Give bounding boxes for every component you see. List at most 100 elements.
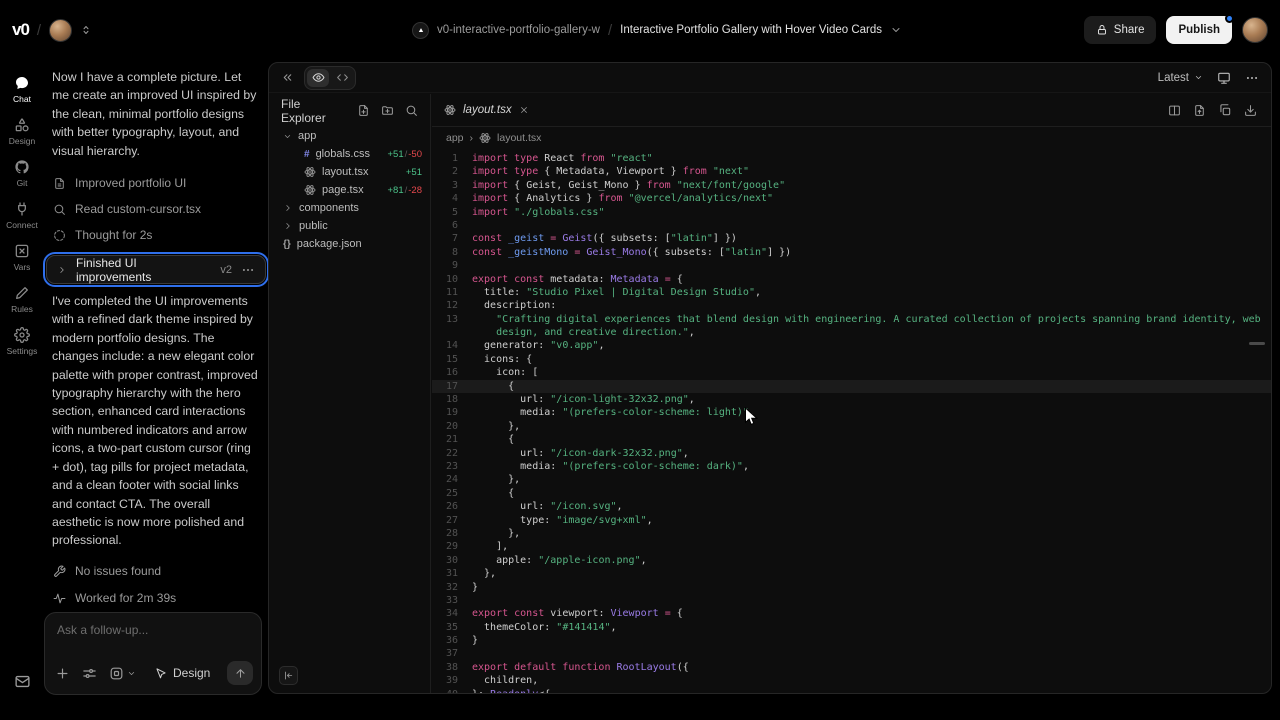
tree-item-package-json[interactable]: {}package.json (269, 235, 430, 253)
tree-item-app[interactable]: app (269, 127, 430, 145)
code-line-content: import type React from "react" (472, 152, 653, 165)
code-line-content: } (472, 634, 478, 647)
code-editor[interactable]: 1import type React from "react"2import t… (432, 148, 1271, 693)
version-card[interactable]: Finished UI improvements v2 (46, 255, 266, 284)
export-file-icon[interactable] (1193, 104, 1206, 117)
code-line: 18 url: "/icon-light-32x32.png", (432, 393, 1271, 406)
send-button[interactable] (227, 661, 253, 685)
sidebar-item-design[interactable]: Design (0, 110, 44, 152)
tab-layout-tsx[interactable]: layout.tsx (444, 94, 543, 126)
scrollbar-thumb[interactable] (1249, 342, 1265, 345)
line-number: 3 (432, 179, 472, 192)
breadcrumb-file[interactable]: layout.tsx (497, 132, 541, 144)
preview-toggle-button[interactable] (307, 69, 329, 87)
code-line-content: media: "(prefers-color-scheme: dark)", (472, 460, 749, 473)
version-select[interactable]: Latest (1158, 72, 1203, 84)
mode-select[interactable]: Design (154, 666, 210, 680)
tree-item-page-tsx[interactable]: page.tsx+81/-28 (269, 181, 430, 199)
tree-item-globals-css[interactable]: #globals.css+51/-50 (269, 145, 430, 163)
rail-items: ChatDesignGit Connect Vars Rules Settings (0, 68, 44, 362)
settings-sliders-icon[interactable] (82, 666, 97, 681)
copy-file-icon[interactable] (1218, 103, 1232, 117)
vercel-project-badge[interactable] (412, 22, 429, 39)
tool-call-row[interactable]: Improved portfolio UI (44, 170, 268, 196)
new-file-icon[interactable] (357, 104, 370, 117)
workspace-switcher-icon[interactable] (80, 24, 92, 36)
sidebar-item-settings[interactable]: Settings (0, 320, 44, 362)
rail-item-label: Settings (7, 346, 38, 356)
collapse-sidebar-button[interactable] (279, 666, 298, 685)
rail-item-label: Rules (11, 304, 33, 314)
line-number: 28 (432, 527, 472, 540)
sidebar-item-rules[interactable]: Rules (0, 278, 44, 320)
file-explorer: File Explorer app#globals.css+51/-50layo… (269, 94, 431, 693)
publish-button[interactable]: Publish (1166, 16, 1232, 44)
mail-icon[interactable] (14, 673, 31, 690)
search-files-icon[interactable] (405, 104, 418, 117)
tool-call-list: Improved portfolio UIRead custom-cursor.… (44, 170, 268, 248)
add-attachment-icon[interactable] (55, 666, 70, 681)
code-toggle-button[interactable] (331, 69, 353, 87)
file-tree: app#globals.css+51/-50layout.tsx+51page.… (269, 127, 430, 253)
editor-menu-icon[interactable] (1245, 71, 1259, 85)
breadcrumb-chat-title[interactable]: Interactive Portfolio Gallery with Hover… (620, 24, 882, 36)
breadcrumb-project[interactable]: v0-interactive-portfolio-gallery-w (437, 24, 600, 36)
code-line-content: { (472, 380, 514, 393)
code-icon (336, 71, 349, 84)
sidebar-item-connect[interactable]: Connect (0, 194, 44, 236)
new-folder-icon[interactable] (381, 104, 394, 117)
code-line: 28 }, (432, 527, 1271, 540)
breadcrumb-folder[interactable]: app (446, 132, 464, 144)
line-number: 14 (432, 339, 472, 352)
media-select[interactable] (109, 666, 136, 681)
user-avatar[interactable] (1242, 17, 1268, 43)
split-view-icon[interactable] (1168, 104, 1181, 117)
followup-input[interactable] (57, 623, 247, 637)
sidebar-item-vars[interactable]: Vars (0, 236, 44, 278)
chevron-down-icon[interactable] (890, 24, 902, 36)
line-number: 27 (432, 514, 472, 527)
line-number: 23 (432, 460, 472, 473)
close-tab-icon[interactable] (519, 105, 529, 115)
code-line: 1import type React from "react" (432, 152, 1271, 165)
lock-icon (1096, 24, 1108, 36)
code-line: 30 apple: "/apple-icon.png", (432, 554, 1271, 567)
code-line-content: import { Analytics } from "@vercel/analy… (472, 192, 773, 205)
line-number: 35 (432, 621, 472, 634)
code-line-content: "Crafting digital experiences that blend… (472, 313, 1261, 326)
version-card-label: Finished UI improvements (76, 256, 211, 284)
breadcrumb-chevron: › (470, 132, 474, 144)
device-preview-icon[interactable] (1217, 71, 1231, 85)
chat-input-box[interactable]: Design (44, 612, 262, 695)
tool-call-row[interactable]: Thought for 2s (44, 222, 268, 248)
preview-code-toggle (304, 66, 356, 90)
sidebar-item-git[interactable]: Git (0, 152, 44, 194)
version-card-menu-icon[interactable] (241, 263, 255, 277)
chevron-right-icon (283, 221, 293, 231)
share-button[interactable]: Share (1084, 16, 1157, 44)
chevron-down-icon (283, 132, 292, 141)
chevron-right-icon (283, 203, 293, 213)
tool-call-row[interactable]: Read custom-cursor.tsx (44, 196, 268, 222)
vercel-triangle-icon (417, 26, 425, 34)
collapse-panel-icon[interactable] (281, 71, 294, 84)
tree-item-components[interactable]: components (269, 199, 430, 217)
diff-stats: +51 (406, 167, 422, 178)
tree-item-name: page.tsx (322, 184, 364, 196)
tree-item-layout-tsx[interactable]: layout.tsx+51 (269, 163, 430, 181)
wrench-icon (53, 565, 66, 578)
rules-icon (14, 285, 30, 301)
download-icon[interactable] (1244, 104, 1257, 117)
file-explorer-title: File Explorer (281, 97, 346, 125)
code-line-content: import type { Metadata, Viewport } from … (472, 165, 749, 178)
tab-bar: layout.tsx (432, 94, 1271, 127)
editor-content: File Explorer app#globals.css+51/-50layo… (269, 94, 1271, 693)
code-line: 4import { Analytics } from "@vercel/anal… (432, 192, 1271, 205)
line-number: 36 (432, 634, 472, 647)
sidebar-item-chat[interactable]: Chat (0, 68, 44, 110)
v0-logo[interactable]: v0 (12, 20, 29, 40)
rail-item-label: Connect (6, 220, 38, 230)
line-number: 8 (432, 246, 472, 259)
workspace-avatar[interactable] (49, 19, 72, 42)
tree-item-public[interactable]: public (269, 217, 430, 235)
